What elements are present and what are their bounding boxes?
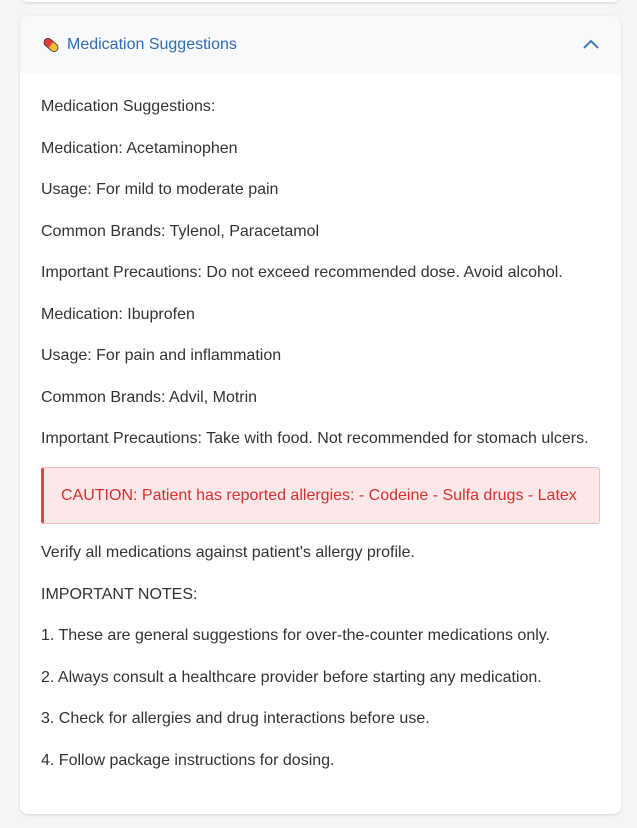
medication-brands: Common Brands: Advil, Motrin	[41, 388, 258, 406]
panel-body: Medication Suggestions: Medication: Acet…	[20, 74, 621, 771]
medication-precautions: Important Precautions: Take with food. N…	[41, 430, 589, 447]
medication-precautions: Important Precautions: Do not exceed rec…	[41, 264, 563, 281]
chevron-up-icon[interactable]	[582, 36, 600, 54]
medication-name: Medication: Acetaminophen	[41, 139, 238, 157]
verify-text: Verify all medications against patient's…	[41, 544, 415, 561]
medication-usage: Usage: For pain and inflammation	[41, 347, 282, 364]
panel-header[interactable]: Medication Suggestions	[20, 16, 621, 74]
intro-text: Medication Suggestions:	[41, 98, 216, 115]
medication-suggestions-panel: Medication Suggestions Medication Sugges…	[20, 16, 621, 814]
allergy-caution-alert: CAUTION: Patient has reported allergies:…	[41, 467, 600, 524]
pill-icon	[41, 35, 61, 55]
note-item: 3. Check for allergies and drug interact…	[41, 710, 430, 727]
medication-name: Medication: Ibuprofen	[41, 305, 195, 323]
note-item: 2. Always consult a healthcare provider …	[41, 668, 542, 686]
previous-card	[20, 0, 621, 2]
notes-title: IMPORTANT NOTES:	[41, 585, 198, 603]
note-item: 4. Follow package instructions for dosin…	[41, 751, 335, 769]
medication-brands: Common Brands: Tylenol, Paracetamol	[41, 222, 320, 240]
caution-text: CAUTION: Patient has reported allergies:…	[61, 486, 577, 504]
panel-title: Medication Suggestions	[67, 36, 237, 53]
medication-usage: Usage: For mild to moderate pain	[41, 181, 279, 198]
note-item: 1. These are general suggestions for ove…	[41, 627, 551, 644]
